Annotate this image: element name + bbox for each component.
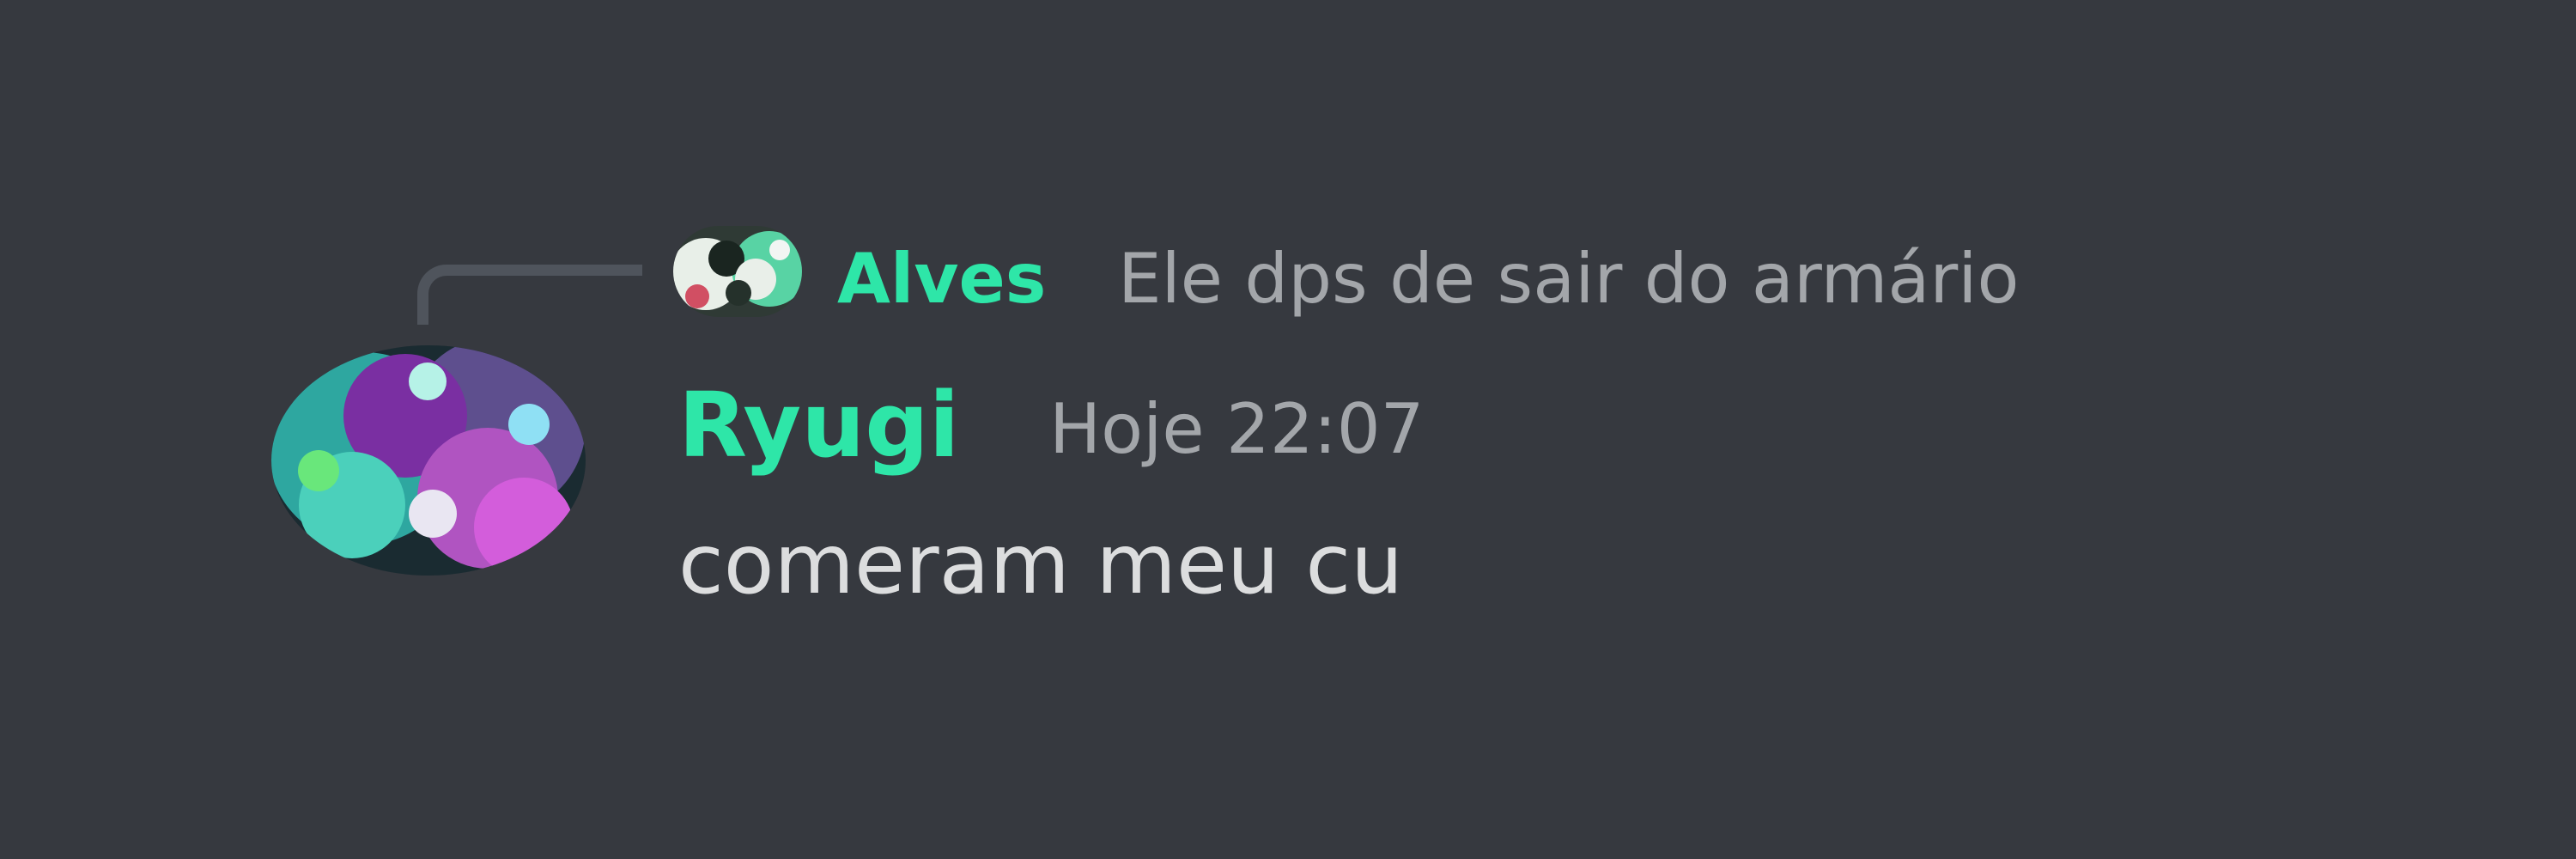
reply-avatar[interactable] [673,226,802,317]
reply-preview-text[interactable]: Ele dps de sair do armário [1118,232,2019,326]
message-content: comeram meu cu [678,516,1403,612]
reply-author-name[interactable]: Alves [837,232,1046,326]
reply-spine [417,265,642,325]
chat-message[interactable]: Alves Ele dps de sair do armário Ryugi H… [0,0,2576,859]
author-username[interactable]: Ryugi [678,365,959,485]
author-avatar[interactable] [271,345,586,576]
user-avatar-icon [673,226,802,317]
user-avatar-icon [271,345,586,576]
message-timestamp: Hoje 22:07 [1049,389,1425,469]
chat-view: Alves Ele dps de sair do armário Ryugi H… [0,0,2576,859]
